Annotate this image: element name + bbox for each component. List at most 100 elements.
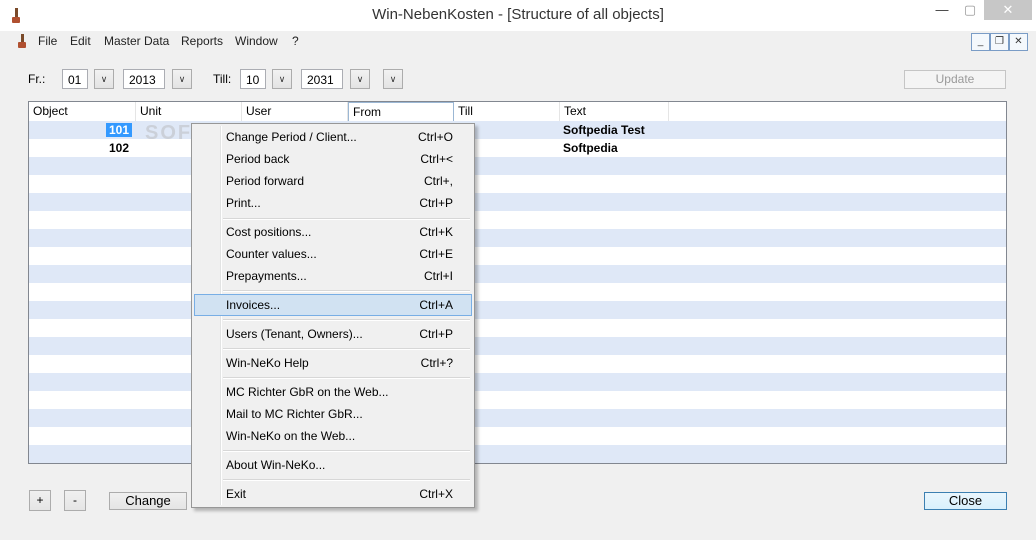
empty-row xyxy=(29,301,1006,319)
column-header-object[interactable]: Object xyxy=(29,102,136,121)
close-window-button[interactable]: ✕ xyxy=(984,0,1032,20)
till-month-field[interactable]: 10 xyxy=(240,69,266,89)
menu-item-shortcut: Ctrl+K xyxy=(419,225,453,239)
menu-item-counter-values[interactable]: Counter values... Ctrl+E xyxy=(194,243,472,265)
menu-item-shortcut: Ctrl+, xyxy=(423,174,453,188)
menu-item-shortcut: Ctrl+O xyxy=(417,130,453,144)
from-month-field[interactable]: 01 xyxy=(62,69,88,89)
menu-item-label: Change Period / Client... xyxy=(226,130,357,144)
menu-item-label: Invoices... xyxy=(226,298,281,312)
menu-item-label: Print... xyxy=(226,196,261,210)
till-month-dropdown[interactable]: ∨ xyxy=(272,69,292,89)
empty-row xyxy=(29,193,1006,211)
menu-item-help[interactable]: Win-NeKo Help Ctrl+? xyxy=(194,352,472,374)
menu-edit[interactable]: Edit xyxy=(70,34,91,48)
menu-item-print[interactable]: Print... Ctrl+P xyxy=(194,192,472,214)
menu-item-label: MC Richter GbR on the Web... xyxy=(226,385,389,399)
menu-item-invoices[interactable]: Invoices... Ctrl+A xyxy=(194,294,472,316)
menu-separator xyxy=(223,290,470,292)
menu-item-label: Period back xyxy=(226,152,290,166)
column-header-from[interactable]: From xyxy=(348,102,454,121)
objects-grid[interactable]: Object Unit User From Till Text 101 Soft… xyxy=(28,101,1007,464)
menu-item-period-back[interactable]: Period back Ctrl+< xyxy=(194,148,472,170)
menu-item-shortcut: Ctrl+P xyxy=(419,196,453,210)
menu-item-shortcut: Ctrl+X xyxy=(419,487,453,501)
empty-row xyxy=(29,283,1006,301)
empty-row xyxy=(29,157,1006,175)
menu-item-web[interactable]: MC Richter GbR on the Web... xyxy=(194,381,472,403)
grid-header: Object Unit User From Till Text xyxy=(29,102,1006,121)
empty-row xyxy=(29,337,1006,355)
from-year-dropdown[interactable]: ∨ xyxy=(172,69,192,89)
menu-master-data[interactable]: Master Data xyxy=(104,34,169,48)
text-cell[interactable]: Softpedia Test xyxy=(563,121,645,139)
column-header-text[interactable]: Text xyxy=(560,102,669,121)
menu-item-shortcut: Ctrl+< xyxy=(420,152,453,166)
menu-help[interactable]: ? xyxy=(292,34,299,48)
menu-item-mail[interactable]: Mail to MC Richter GbR... xyxy=(194,403,472,425)
minimize-button[interactable]: — xyxy=(932,0,952,20)
menu-item-users[interactable]: Users (Tenant, Owners)... Ctrl+P xyxy=(194,323,472,345)
object-cell[interactable]: 101 xyxy=(29,121,132,139)
mdi-restore-button[interactable]: ❐ xyxy=(990,33,1009,51)
menu-window[interactable]: Window xyxy=(235,34,278,48)
menu-item-period-forward[interactable]: Period forward Ctrl+, xyxy=(194,170,472,192)
maximize-button[interactable]: ▢ xyxy=(960,0,980,20)
text-cell[interactable]: Softpedia xyxy=(563,139,618,157)
empty-row xyxy=(29,391,1006,409)
empty-row xyxy=(29,319,1006,337)
till-label: Till: xyxy=(213,72,232,86)
window-title: Win-NebenKosten - [Structure of all obje… xyxy=(372,6,664,23)
menu-item-label: Period forward xyxy=(226,174,305,188)
menu-item-label: Win-NeKo on the Web... xyxy=(226,429,356,443)
menu-item-neko-web[interactable]: Win-NeKo on the Web... xyxy=(194,425,472,447)
menu-item-label: Prepayments... xyxy=(226,269,307,283)
till-year-dropdown[interactable]: ∨ xyxy=(350,69,370,89)
mdi-minimize-button[interactable]: _ xyxy=(971,33,990,51)
document-icon[interactable] xyxy=(17,34,27,49)
menu-item-prepayments[interactable]: Prepayments... Ctrl+I xyxy=(194,265,472,287)
menu-reports[interactable]: Reports xyxy=(181,34,223,48)
from-month-dropdown[interactable]: ∨ xyxy=(94,69,114,89)
object-cell[interactable]: 102 xyxy=(29,139,129,157)
update-button[interactable]: Update xyxy=(904,70,1006,89)
menu-item-label: Users (Tenant, Owners)... xyxy=(226,327,363,341)
remove-button[interactable]: - xyxy=(64,490,86,511)
context-menu: Change Period / Client... Ctrl+O Period … xyxy=(191,123,475,508)
add-button[interactable]: + xyxy=(29,490,51,511)
menu-item-label: Counter values... xyxy=(226,247,317,261)
empty-row xyxy=(29,445,1006,463)
column-header-unit[interactable]: Unit xyxy=(136,102,242,121)
menu-separator xyxy=(223,450,470,452)
extra-dropdown[interactable]: ∨ xyxy=(383,69,403,89)
empty-row xyxy=(29,175,1006,193)
column-header-user[interactable]: User xyxy=(242,102,348,121)
menu-item-label: Mail to MC Richter GbR... xyxy=(226,407,363,421)
empty-row xyxy=(29,373,1006,391)
menu-separator xyxy=(223,319,470,321)
empty-row xyxy=(29,355,1006,373)
till-year-field[interactable]: 2031 xyxy=(301,69,343,89)
title-bar: Win-NebenKosten - [Structure of all obje… xyxy=(0,0,1036,31)
menu-item-label: About Win-NeKo... xyxy=(226,458,326,472)
menu-item-shortcut: Ctrl+E xyxy=(419,247,453,261)
menu-separator xyxy=(223,348,470,350)
menu-file[interactable]: File xyxy=(38,34,57,48)
menu-separator xyxy=(223,479,470,481)
menu-item-exit[interactable]: Exit Ctrl+X xyxy=(194,483,472,505)
empty-row xyxy=(29,409,1006,427)
menu-item-label: Exit xyxy=(226,487,247,501)
empty-row xyxy=(29,247,1006,265)
change-button[interactable]: Change xyxy=(109,492,187,510)
empty-row xyxy=(29,211,1006,229)
menu-item-change-period[interactable]: Change Period / Client... Ctrl+O xyxy=(194,126,472,148)
menu-item-shortcut: Ctrl+A xyxy=(419,298,453,312)
from-year-field[interactable]: 2013 xyxy=(123,69,165,89)
mdi-close-button[interactable]: ✕ xyxy=(1009,33,1028,51)
menu-item-label: Win-NeKo Help xyxy=(226,356,309,370)
menu-item-about[interactable]: About Win-NeKo... xyxy=(194,454,472,476)
close-button[interactable]: Close xyxy=(924,492,1007,510)
column-header-till[interactable]: Till xyxy=(454,102,560,121)
menu-item-cost-positions[interactable]: Cost positions... Ctrl+K xyxy=(194,221,472,243)
menu-separator xyxy=(223,377,470,379)
